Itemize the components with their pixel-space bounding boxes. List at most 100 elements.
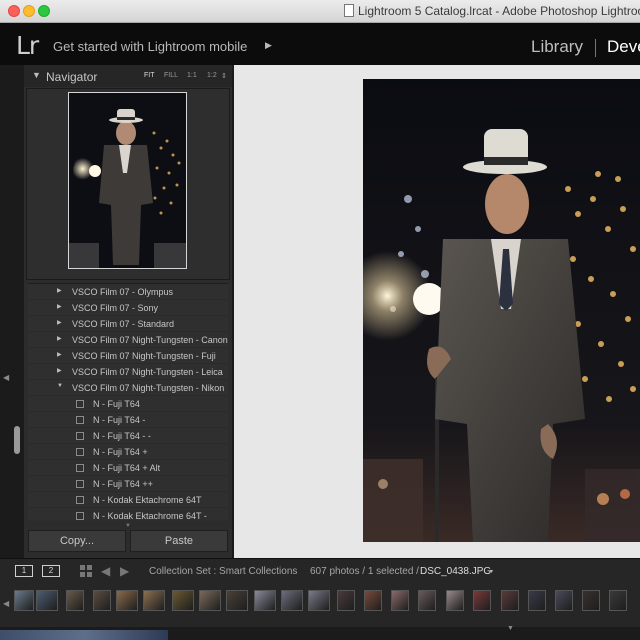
collection-source[interactable]: Collection Set : Smart Collections	[149, 566, 297, 577]
preset-item[interactable]: N - Fuji T64 - -	[28, 428, 228, 444]
preset-item-label: N - Fuji T64 - -	[93, 431, 151, 441]
preset-icon	[76, 448, 84, 456]
preset-folder-label: VSCO Film 07 Night-Tungsten - Nikon	[72, 383, 225, 393]
preset-folder[interactable]: ▶ VSCO Film 07 - Olympus	[28, 284, 228, 300]
main-window-button[interactable]: 1	[15, 565, 33, 577]
grid-view-icon[interactable]	[80, 565, 92, 577]
filmstrip-thumbnail[interactable]	[226, 590, 248, 611]
preset-item[interactable]: N - Fuji T64	[28, 396, 228, 412]
module-develop[interactable]: Deve	[607, 37, 640, 57]
filmstrip-thumbnail[interactable]	[66, 590, 84, 611]
photo-canvas	[363, 79, 640, 542]
window-title: Lightroom 5 Catalog.lrcat - Adobe Photos…	[358, 4, 640, 18]
preset-folder[interactable]: ▶ VSCO Film 07 - Sony	[28, 300, 228, 316]
filmstrip-thumbnail[interactable]	[116, 590, 138, 611]
filmstrip-thumbnail[interactable]	[555, 590, 573, 611]
filmstrip-thumbnail[interactable]	[473, 590, 491, 611]
left-panel-edge: ◀	[0, 65, 12, 558]
disclosure-triangle-icon[interactable]: ▶	[57, 367, 62, 374]
filmstrip-thumbnail[interactable]	[254, 590, 276, 611]
preset-item[interactable]: N - Fuji T64 + Alt	[28, 460, 228, 476]
disclosure-triangle-down-icon[interactable]: ▼	[57, 383, 63, 389]
zoom-fit[interactable]: FIT	[144, 72, 155, 79]
module-separator	[595, 39, 596, 57]
arrow-right-icon[interactable]: ▶	[120, 564, 129, 578]
presets-list: ▶ VSCO Film 07 - Olympus ▶ VSCO Film 07 …	[28, 283, 228, 524]
filmstrip-thumbnail[interactable]	[582, 590, 600, 611]
preset-icon	[76, 496, 84, 504]
filmstrip-thumbnail[interactable]	[609, 590, 627, 611]
left-panel: ▼ Navigator FIT FILL 1:1 1:2 ⇕ ▶ VSCO Fi…	[24, 65, 232, 558]
preset-folder[interactable]: ▶ VSCO Film 07 - Standard	[28, 316, 228, 332]
preset-item[interactable]: N - Fuji T64 ++	[28, 476, 228, 492]
panel-scrollbar[interactable]	[14, 426, 20, 454]
second-window-button[interactable]: 2	[42, 565, 60, 577]
lightroom-logo: Lr	[16, 31, 39, 60]
filmstrip-thumbnail[interactable]	[172, 590, 194, 611]
filmstrip-thumbnail[interactable]	[281, 590, 303, 611]
triangle-left-icon[interactable]: ◀	[3, 599, 9, 608]
disclosure-triangle-icon[interactable]: ▶	[57, 351, 62, 358]
preset-icon	[76, 432, 84, 440]
chevron-down-icon[interactable]: ▾	[490, 568, 493, 575]
triangle-left-icon[interactable]: ◀	[3, 373, 9, 382]
filmstrip-thumbnail[interactable]	[308, 590, 330, 611]
filmstrip-thumbnail[interactable]	[528, 590, 546, 611]
filmstrip-thumbnail[interactable]	[364, 590, 382, 611]
paste-settings-button[interactable]: Paste	[130, 530, 228, 552]
preset-item[interactable]: N - Kodak Ektachrome 64T -	[28, 508, 228, 524]
minimize-window-button[interactable]	[23, 5, 35, 17]
preset-item-label: N - Fuji T64 +	[93, 447, 148, 457]
preset-folder[interactable]: ▶ VSCO Film 07 Night-Tungsten - Leica	[28, 364, 228, 380]
preset-item[interactable]: N - Fuji T64 -	[28, 412, 228, 428]
zoom-1-2[interactable]: 1:2	[207, 72, 217, 79]
mobile-prompt-link[interactable]: Get started with Lightroom mobile	[53, 39, 247, 54]
zoom-window-button[interactable]	[38, 5, 50, 17]
preset-folder[interactable]: ▶ VSCO Film 07 Night-Tungsten - Canon	[28, 332, 228, 348]
close-window-button[interactable]	[8, 5, 20, 17]
navigator-title: Navigator	[46, 70, 98, 84]
preset-folder-label: VSCO Film 07 - Sony	[72, 303, 159, 313]
preset-icon	[76, 512, 84, 520]
filmstrip-thumbnail[interactable]	[391, 590, 409, 611]
play-arrow-icon[interactable]: ▶	[265, 40, 272, 51]
module-bar: Lr Get started with Lightroom mobile ▶ L…	[0, 23, 640, 65]
disclosure-triangle-icon[interactable]: ▶	[57, 303, 62, 310]
preset-item-label: N - Fuji T64 ++	[93, 479, 153, 489]
filmstrip-toggle-icon[interactable]: ▼	[507, 625, 514, 632]
preset-folder[interactable]: ▶ VSCO Film 07 Night-Tungsten - Fuji	[28, 348, 228, 364]
filmstrip-thumbnail[interactable]	[93, 590, 111, 611]
filmstrip-thumbnail[interactable]	[143, 590, 165, 611]
navigator-header[interactable]: ▼ Navigator FIT FILL 1:1 1:2 ⇕	[24, 65, 232, 87]
window-title-bar: Lightroom 5 Catalog.lrcat - Adobe Photos…	[0, 0, 640, 23]
zoom-1-1[interactable]: 1:1	[187, 72, 197, 79]
copy-settings-button[interactable]: Copy...	[28, 530, 126, 552]
preset-folder-label: VSCO Film 07 - Olympus	[72, 287, 174, 297]
collapse-triangle-icon[interactable]: ▼	[32, 70, 41, 80]
document-icon	[344, 4, 354, 17]
disclosure-triangle-icon[interactable]: ▶	[57, 287, 62, 294]
filmstrip-thumbnail[interactable]	[14, 590, 34, 611]
filmstrip-thumbnail[interactable]	[199, 590, 221, 611]
preset-item-label: N - Kodak Ektachrome 64T -	[93, 511, 207, 521]
preset-folder-expanded[interactable]: ▼ VSCO Film 07 Night-Tungsten - Nikon	[28, 380, 228, 396]
filmstrip: ◀	[0, 585, 640, 627]
disclosure-triangle-icon[interactable]: ▶	[57, 335, 62, 342]
navigator-preview-image[interactable]	[68, 92, 187, 269]
filmstrip-thumbnail[interactable]	[418, 590, 436, 611]
selected-filename[interactable]: DSC_0438.JPG	[420, 566, 491, 577]
preset-item-label: N - Fuji T64 -	[93, 415, 146, 425]
filmstrip-thumbnail[interactable]	[446, 590, 464, 611]
filmstrip-thumbnail[interactable]	[337, 590, 355, 611]
module-library[interactable]: Library	[531, 37, 583, 57]
preset-item[interactable]: N - Kodak Ektachrome 64T	[28, 492, 228, 508]
preset-folder-label: VSCO Film 07 - Standard	[72, 319, 175, 329]
zoom-fill[interactable]: FILL	[164, 72, 178, 79]
zoom-stepper-icon[interactable]: ⇕	[221, 72, 227, 80]
arrow-left-icon[interactable]: ◀	[101, 564, 110, 578]
filmstrip-thumbnail[interactable]	[36, 590, 58, 611]
preset-item[interactable]: N - Fuji T64 +	[28, 444, 228, 460]
disclosure-triangle-icon[interactable]: ▶	[57, 319, 62, 326]
filmstrip-thumbnail[interactable]	[501, 590, 519, 611]
main-photo[interactable]	[363, 79, 640, 542]
